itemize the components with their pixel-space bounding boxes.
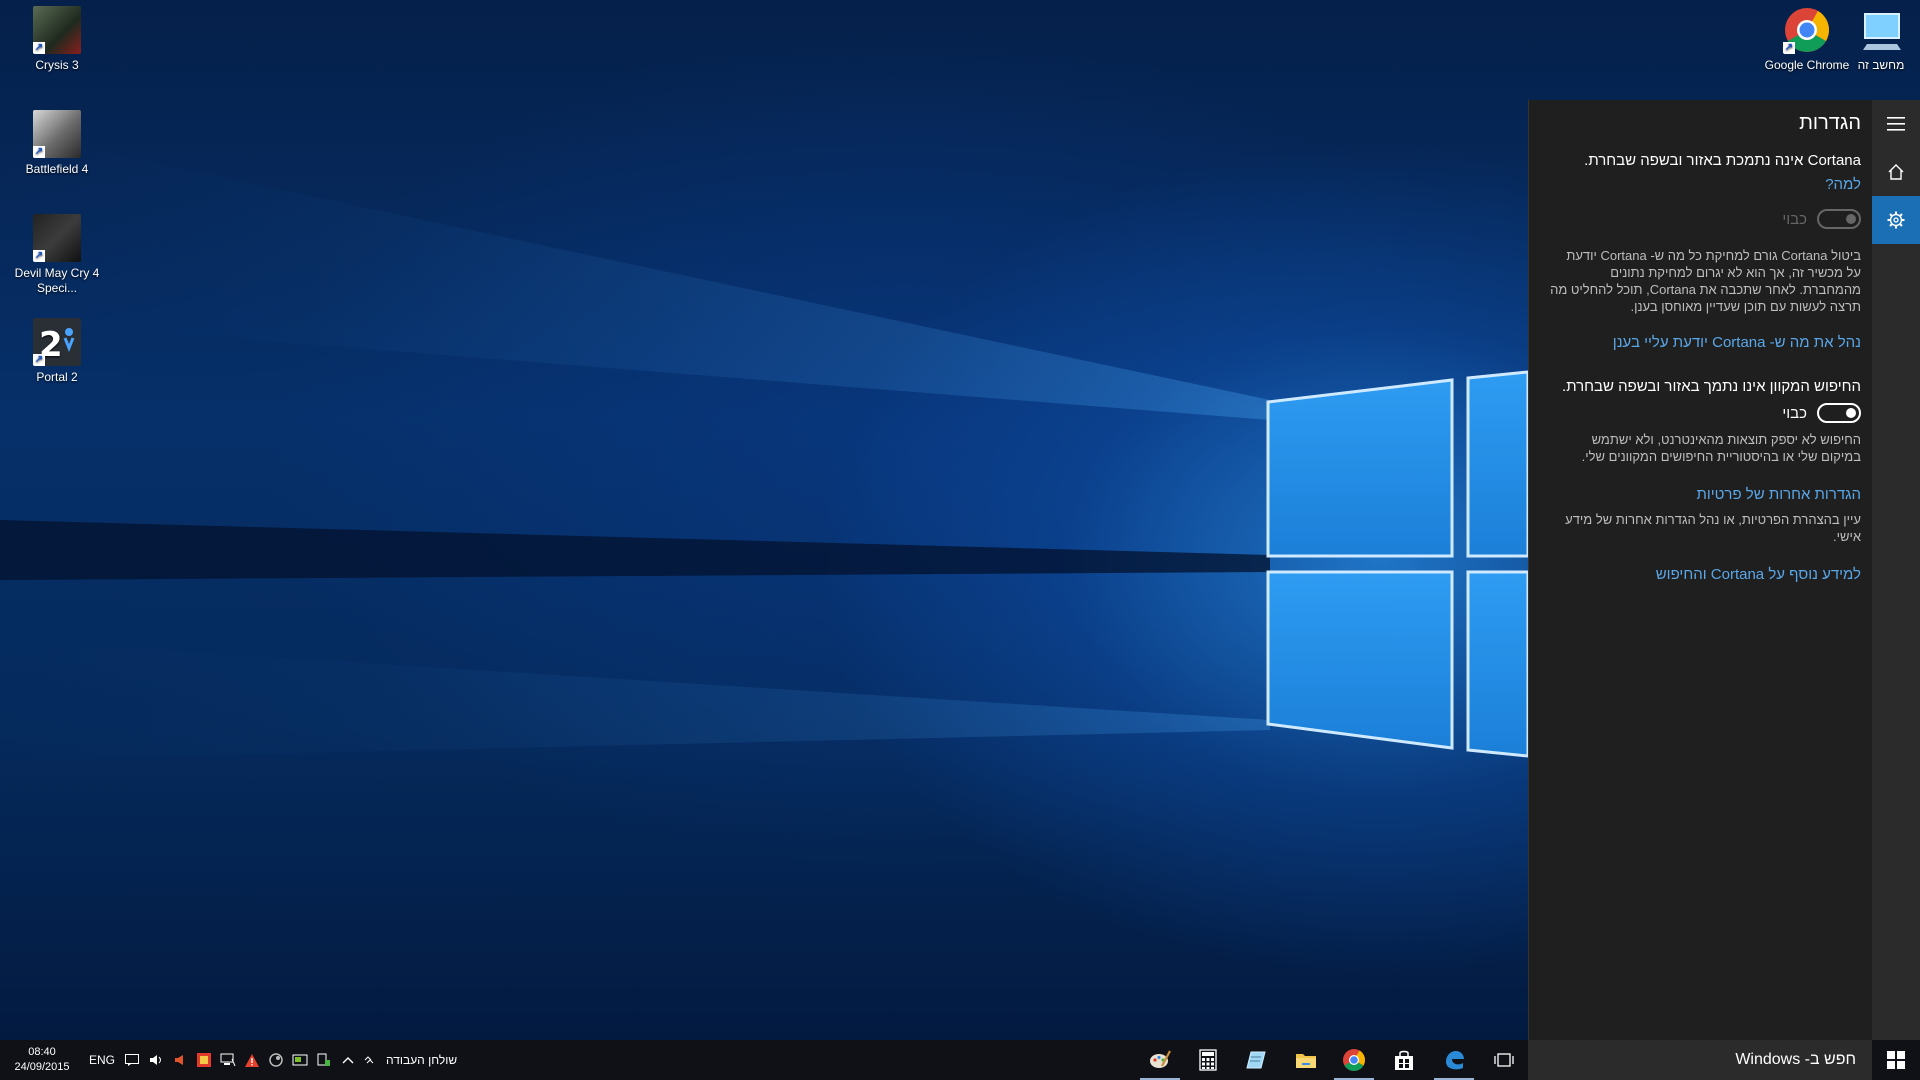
desktop-icon-devil-may-cry-4[interactable]: ↗ Devil May Cry 4 Speci... [14, 214, 100, 296]
chevron-up-icon [342, 1057, 354, 1064]
network-icon[interactable] [216, 1040, 240, 1080]
why-link[interactable]: למה? [1549, 175, 1861, 195]
desktop-icon-label: Portal 2 [36, 370, 78, 384]
toggle-knob [1846, 214, 1856, 224]
language-indicator[interactable]: ENG [84, 1040, 120, 1080]
clock-date: 24/09/2015 [14, 1061, 70, 1073]
task-view-icon [1494, 1053, 1514, 1067]
action-center-icon[interactable] [120, 1040, 144, 1080]
taskbar-paint[interactable] [1136, 1040, 1184, 1080]
desktop-icon-label: Crysis 3 [35, 58, 79, 72]
taskbar: 08:40 24/09/2015 ENG שולחן העבודה חפש ב-… [0, 1040, 1920, 1080]
gear-icon [1887, 211, 1905, 229]
desktop-icon-label: Google Chrome [1764, 58, 1850, 72]
shortcut-arrow-icon: ↗ [33, 250, 45, 262]
windows-start-icon [1887, 1051, 1905, 1069]
start-button[interactable] [1872, 1040, 1920, 1080]
volume-icon[interactable] [144, 1040, 168, 1080]
online-search-toggle-row: כבוי [1549, 403, 1861, 423]
taskbar-file-explorer[interactable] [1282, 1040, 1330, 1080]
taskbar-task-view[interactable] [1480, 1040, 1528, 1080]
warning-icon[interactable] [240, 1040, 264, 1080]
online-search-toggle[interactable] [1817, 403, 1861, 423]
home-button[interactable] [1872, 148, 1920, 196]
hamburger-menu-button[interactable] [1872, 100, 1920, 148]
taskbar-store[interactable] [1380, 1040, 1428, 1080]
security-app-icon[interactable] [192, 1040, 216, 1080]
desktop-icon-battlefield4[interactable]: ↗ Battlefield 4 [14, 110, 100, 177]
shortcut-arrow-icon: ↗ [1783, 42, 1795, 54]
search-box[interactable]: חפש ב- Windows [1528, 1040, 1872, 1080]
devil-may-cry-icon: ↗ [33, 214, 81, 262]
chrome-icon [1343, 1049, 1365, 1071]
desktop-icon-label: מחשב זה [1857, 58, 1905, 72]
nvidia-icon[interactable] [288, 1040, 312, 1080]
cortana-settings-panel: הגדרות Cortana אינה נתמכת באזור ובשפה שב… [1528, 100, 1920, 1040]
desktop-icon-crysis3[interactable]: ↗ Crysis 3 [14, 6, 100, 73]
desktop-icon-label: Devil May Cry 4 Speci... [14, 266, 100, 295]
search-placeholder: חפש ב- Windows [1735, 1051, 1856, 1068]
cortana-settings-content: הגדרות Cortana אינה נתמכת באזור ובשפה שב… [1529, 100, 1873, 1040]
online-search-description: החיפוש לא יספק תוצאות מהאינטרנט, ולא ישת… [1581, 432, 1861, 464]
cortana-toggle-row: כבוי [1549, 209, 1861, 229]
notepad-icon [1246, 1051, 1266, 1069]
cortana-toggle-label: כבוי [1782, 210, 1807, 228]
chrome-icon: ↗ [1783, 6, 1831, 54]
online-search-heading: החיפוש המקוון אינו נתמך באזור ובשפה שבחר… [1562, 378, 1861, 395]
steam-icon[interactable] [264, 1040, 288, 1080]
clock[interactable]: 08:40 24/09/2015 [0, 1045, 84, 1075]
portal2-icon: 2 ↗ [33, 318, 81, 366]
privacy-settings-link[interactable]: הגדרות אחרות של פרטיות [1549, 485, 1861, 505]
cortana-nav-rail [1872, 100, 1920, 1040]
cortana-unsupported-heading: Cortana אינה נתמכת באזור ובשפה שבחרת. [1584, 152, 1861, 169]
crysis3-icon: ↗ [33, 6, 81, 54]
desktop-icon-portal2[interactable]: 2 ↗ Portal 2 [14, 318, 100, 385]
taskbar-calculator[interactable] [1184, 1040, 1232, 1080]
shortcut-arrow-icon: ↗ [33, 354, 45, 366]
shortcut-arrow-icon: ↗ [33, 146, 45, 158]
system-tray: 08:40 24/09/2015 ENG שולחן העבודה [0, 1040, 457, 1080]
desktop-toolbar-label[interactable]: שולחן העבודה [386, 1053, 457, 1067]
paint-icon [1150, 1050, 1171, 1068]
cortana-off-description: ביטול Cortana גורם למחיקת כל מה ש- Corta… [1550, 248, 1861, 314]
taskbar-edge[interactable] [1430, 1040, 1478, 1080]
taskbar-notepad[interactable] [1232, 1040, 1280, 1080]
toolbar-expand-button[interactable] [360, 1040, 378, 1080]
toggle-knob [1846, 408, 1856, 418]
speaker-alert-icon[interactable] [168, 1040, 192, 1080]
double-chevron-icon [364, 1056, 374, 1064]
edge-icon [1446, 1051, 1464, 1070]
home-icon [1888, 164, 1904, 180]
online-search-toggle-label: כבוי [1782, 404, 1807, 422]
taskbar-chrome[interactable] [1330, 1040, 1378, 1080]
store-icon [1395, 1050, 1413, 1070]
battlefield4-icon: ↗ [33, 110, 81, 158]
manage-cloud-link[interactable]: נהל את מה ש- Cortana יודעת עליי בענן [1549, 333, 1861, 353]
folder-icon [1296, 1054, 1316, 1068]
shortcut-arrow-icon: ↗ [33, 42, 45, 54]
show-hidden-icons-button[interactable] [336, 1040, 360, 1080]
privacy-description: עיין בהצהרת הפרטיות, או נהל הגדרות אחרות… [1565, 512, 1861, 544]
computer-icon [1857, 6, 1905, 54]
cortana-toggle[interactable] [1817, 209, 1861, 229]
settings-button[interactable] [1872, 196, 1920, 244]
desktop-icon-label: Battlefield 4 [25, 162, 89, 176]
learn-more-link[interactable]: למידע נוסף על Cortana והחיפוש [1549, 565, 1861, 585]
desktop-icon-this-pc[interactable]: מחשב זה [1838, 6, 1920, 73]
clock-time: 08:40 [28, 1046, 56, 1058]
panel-title: הגדרות [1799, 112, 1861, 134]
update-shield-icon[interactable] [312, 1040, 336, 1080]
hamburger-icon [1887, 117, 1905, 131]
calculator-icon [1199, 1049, 1217, 1071]
